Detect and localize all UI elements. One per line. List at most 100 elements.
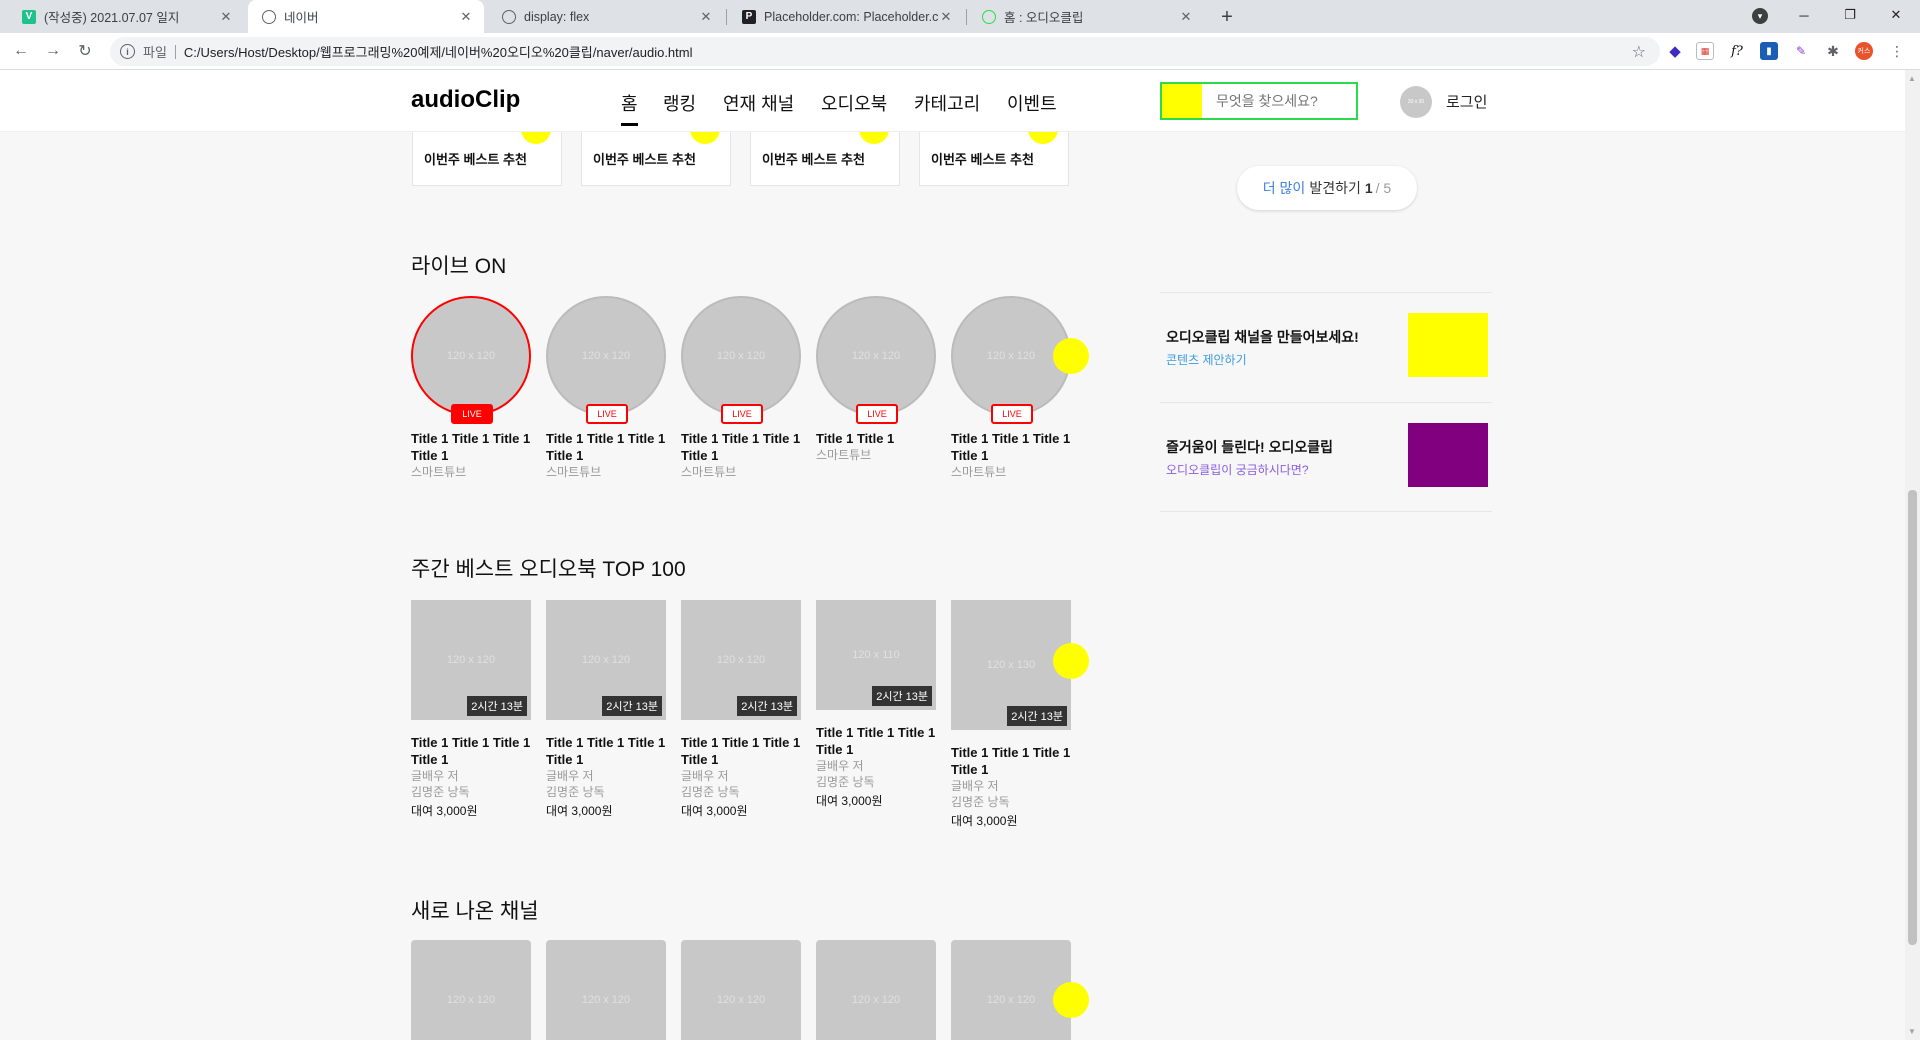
tab-search-chevron-icon[interactable]: ▾ xyxy=(1752,8,1768,24)
live-item-title[interactable]: Title 1 Title 1 Title 1 Title 1 xyxy=(681,430,805,464)
nav-ranking[interactable]: 랭킹 xyxy=(663,90,696,116)
live-item-title[interactable]: Title 1 Title 1 xyxy=(816,430,940,447)
new-channel-thumbnail[interactable]: 120 x 120 xyxy=(411,940,531,1040)
discover-more-button[interactable]: 더 많이 발견하기 1 / 5 xyxy=(1237,166,1417,210)
live-item-title[interactable]: Title 1 Title 1 Title 1 Title 1 xyxy=(411,430,535,464)
nav-series-channel[interactable]: 연재 채널 xyxy=(723,90,794,116)
search-input[interactable] xyxy=(1202,93,1352,109)
search-button[interactable] xyxy=(1162,84,1202,118)
bookmark-star-icon[interactable]: ☆ xyxy=(1632,42,1646,62)
browser-tab-diary[interactable]: V (작성중) 2021.07.07 일지 ✕ xyxy=(8,0,244,33)
reload-icon[interactable]: ↻ xyxy=(74,40,96,62)
audiobook-thumbnail[interactable]: 120 x 120 2시간 13분 xyxy=(681,600,801,720)
audiobook-thumbnail[interactable]: 120 x 120 2시간 13분 xyxy=(546,600,666,720)
live-item[interactable]: 120 x 120 LIVE Title 1 Title 1 Title 1 T… xyxy=(411,296,535,480)
new-channel-thumbnail[interactable]: 120 x 120 xyxy=(681,940,801,1040)
audiobook-title[interactable]: Title 1 Title 1 Title 1 Title 1 xyxy=(816,724,940,758)
best-recommend-card[interactable]: 이번주 베스트 추천 xyxy=(581,114,731,186)
live-thumbnail[interactable]: 120 x 120 LIVE xyxy=(816,296,936,424)
extension-book-icon[interactable]: ▮ xyxy=(1760,42,1778,60)
scroll-up-arrow-icon[interactable]: ▲ xyxy=(1908,74,1916,83)
window-close-icon[interactable]: ✕ xyxy=(1873,0,1919,30)
live-item-channel[interactable]: 스마트튜브 xyxy=(681,464,805,480)
audiobook-narrator: 김명준 낭독 xyxy=(816,775,875,789)
live-thumbnail[interactable]: 120 x 120 LIVE xyxy=(411,296,531,424)
extension-calendar-icon[interactable]: ▦ xyxy=(1696,42,1714,60)
next-arrow-dot-icon[interactable] xyxy=(1053,338,1089,374)
new-tab-plus-icon[interactable]: + xyxy=(1216,6,1238,28)
promo-create-channel[interactable]: 오디오클립 채널을 만들어보세요! 콘텐츠 제안하기 xyxy=(1160,292,1492,402)
next-arrow-dot-icon[interactable] xyxy=(1053,982,1089,1018)
audiobook-item[interactable]: 120 x 120 2시간 13분 Title 1 Title 1 Title … xyxy=(411,600,535,820)
live-item-title[interactable]: Title 1 Title 1 Title 1 Title 1 xyxy=(546,430,670,464)
promo-link[interactable]: 오디오클립이 궁금하시다면? xyxy=(1166,461,1309,478)
audiobook-item[interactable]: 120 x 120 2시간 13분 Title 1 Title 1 Title … xyxy=(681,600,805,820)
new-channel-thumbnail[interactable]: 120 x 120 xyxy=(816,940,936,1040)
audiobook-author: 글배우 저 xyxy=(681,769,729,783)
new-channel-thumbnail[interactable]: 120 x 120 xyxy=(546,940,666,1040)
close-icon[interactable]: ✕ xyxy=(938,9,954,25)
close-icon[interactable]: ✕ xyxy=(698,9,714,25)
nav-audiobook[interactable]: 오디오북 xyxy=(821,90,887,116)
audiobook-item[interactable]: 120 x 130 2시간 13분 Title 1 Title 1 Title … xyxy=(951,600,1075,830)
live-item[interactable]: 120 x 120 LIVE Title 1 Title 1 스마트튜브 xyxy=(816,296,940,463)
nav-category[interactable]: 카테고리 xyxy=(914,90,980,116)
extension-cube-icon[interactable]: ◆ xyxy=(1666,42,1684,60)
live-item-channel[interactable]: 스마트튜브 xyxy=(411,464,535,480)
profile-avatar[interactable]: 커스 xyxy=(1855,42,1873,60)
nav-event[interactable]: 이벤트 xyxy=(1007,90,1057,116)
audiobook-thumbnail[interactable]: 120 x 120 2시간 13분 xyxy=(411,600,531,720)
restore-icon[interactable]: ❐ xyxy=(1827,0,1873,30)
browser-menu-kebab-icon[interactable]: ⋮ xyxy=(1888,42,1906,60)
audiobook-title[interactable]: Title 1 Title 1 Title 1 Title 1 xyxy=(681,734,805,768)
close-icon[interactable]: ✕ xyxy=(1178,9,1194,25)
new-channel-thumbnail[interactable]: 120 x 120 xyxy=(951,940,1071,1040)
back-arrow-icon[interactable]: ← xyxy=(10,40,32,62)
browser-tab-placeholder[interactable]: P Placeholder.com: Placeholder.co ✕ xyxy=(728,0,964,33)
live-thumbnail[interactable]: 120 x 120 LIVE xyxy=(681,296,801,424)
next-arrow-dot-icon[interactable] xyxy=(1053,643,1089,679)
live-item[interactable]: 120 x 120 LIVE Title 1 Title 1 Title 1 T… xyxy=(951,296,1075,480)
scroll-down-arrow-icon[interactable]: ▼ xyxy=(1908,1027,1916,1036)
audiobook-title[interactable]: Title 1 Title 1 Title 1 Title 1 xyxy=(951,744,1075,778)
avatar[interactable]: 30 x 30 xyxy=(1400,86,1432,118)
info-icon[interactable]: i xyxy=(120,44,135,59)
url-text[interactable]: C:/Users/Host/Desktop/웹프로그래밍%20예제/네이버%20… xyxy=(184,42,693,61)
live-item-channel[interactable]: 스마트튜브 xyxy=(546,464,670,480)
login-link[interactable]: 로그인 xyxy=(1446,91,1487,112)
browser-tab-naver[interactable]: 네이버 ✕ xyxy=(248,0,484,33)
best-card-label: 이번주 베스트 추천 xyxy=(593,152,696,167)
browser-tab-flex[interactable]: display: flex ✕ xyxy=(488,0,724,33)
live-thumbnail[interactable]: 120 x 120 LIVE xyxy=(546,296,666,424)
live-item[interactable]: 120 x 120 LIVE Title 1 Title 1 Title 1 T… xyxy=(546,296,670,480)
live-item-title[interactable]: Title 1 Title 1 Title 1 Title 1 xyxy=(951,430,1075,464)
close-icon[interactable]: ✕ xyxy=(458,9,474,25)
best-recommend-card[interactable]: 이번주 베스트 추천 xyxy=(412,114,562,186)
thumb-size-label: 120 x 110 xyxy=(852,649,900,661)
live-item-channel[interactable]: 스마트튜브 xyxy=(951,464,1075,480)
live-item[interactable]: 120 x 120 LIVE Title 1 Title 1 Title 1 T… xyxy=(681,296,805,480)
browser-tab-audioclip[interactable]: 홈 : 오디오클립 ✕ xyxy=(968,0,1204,33)
extension-function-icon[interactable]: f? xyxy=(1728,42,1746,60)
best-recommend-card[interactable]: 이번주 베스트 추천 xyxy=(919,114,1069,186)
scroll-thumb[interactable] xyxy=(1908,490,1917,945)
best-recommend-card[interactable]: 이번주 베스트 추천 xyxy=(750,114,900,186)
extension-eyedropper-icon[interactable]: ✎ xyxy=(1792,42,1810,60)
audiobook-item[interactable]: 120 x 120 2시간 13분 Title 1 Title 1 Title … xyxy=(546,600,670,820)
audioclip-logo[interactable]: audioClip xyxy=(411,86,520,114)
nav-home[interactable]: 홈 xyxy=(621,90,638,126)
address-bar[interactable]: i 파일 C:/Users/Host/Desktop/웹프로그래밍%20예제/네… xyxy=(110,37,1660,66)
promo-audioclip-intro[interactable]: 즐거움이 들린다! 오디오클립 오디오클립이 궁금하시다면? xyxy=(1160,402,1492,512)
audiobook-item[interactable]: 120 x 110 2시간 13분 Title 1 Title 1 Title … xyxy=(816,600,940,810)
extensions-puzzle-icon[interactable]: ✱ xyxy=(1824,42,1842,60)
audiobook-title[interactable]: Title 1 Title 1 Title 1 Title 1 xyxy=(411,734,535,768)
promo-link[interactable]: 콘텐츠 제안하기 xyxy=(1166,351,1247,368)
audiobook-price: 대여 3,000원 xyxy=(681,804,748,818)
audiobook-thumbnail[interactable]: 120 x 110 2시간 13분 xyxy=(816,600,936,710)
live-item-channel[interactable]: 스마트튜브 xyxy=(816,447,940,463)
page-scrollbar[interactable]: ▲ ▼ xyxy=(1905,70,1920,1040)
forward-arrow-icon[interactable]: → xyxy=(42,40,64,62)
minimize-icon[interactable]: ─ xyxy=(1781,0,1827,30)
audiobook-title[interactable]: Title 1 Title 1 Title 1 Title 1 xyxy=(546,734,670,768)
close-icon[interactable]: ✕ xyxy=(218,9,234,25)
